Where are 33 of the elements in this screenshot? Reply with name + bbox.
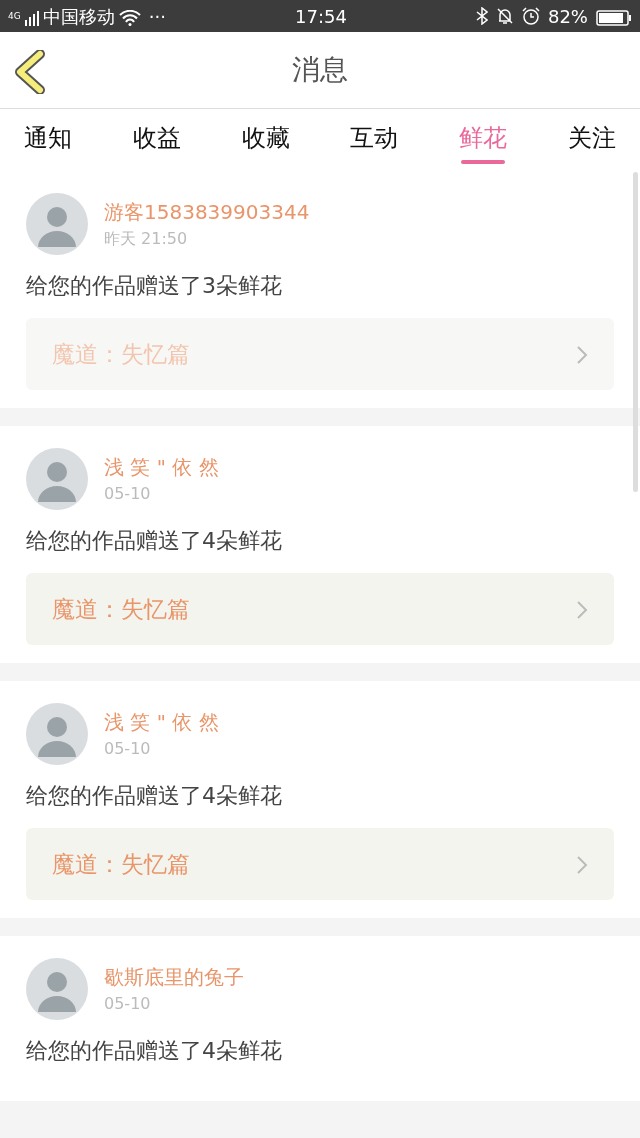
avatar-icon xyxy=(26,958,88,1020)
message-time: 05-10 xyxy=(104,993,152,1015)
carrier-label: 中国移动 xyxy=(42,4,115,29)
work-link[interactable]: 魔道：失忆篇 xyxy=(26,573,614,645)
status-icons-drawing xyxy=(475,7,540,25)
tab[interactable]: 关注 xyxy=(560,110,624,170)
battery-label: 82% xyxy=(547,4,588,29)
tab[interactable]: 通知 xyxy=(16,110,80,170)
work-link[interactable]: 魔道：失忆篇 xyxy=(26,318,614,390)
page-title: 消息 xyxy=(292,52,348,88)
user-name[interactable]: 游客1583839903344 xyxy=(104,197,310,227)
back-button[interactable] xyxy=(14,50,46,94)
user-name[interactable]: 浅 笑 " 依 然 xyxy=(104,707,219,737)
user-name[interactable]: 浅 笑 " 依 然 xyxy=(104,452,219,482)
more-label: ··· xyxy=(148,4,166,29)
message-text: 给您的作品赠送了4朵鲜花 xyxy=(26,527,283,555)
avatar-icon xyxy=(26,703,88,765)
work-link[interactable]: 魔道：失忆篇 xyxy=(26,828,614,900)
message-text: 给您的作品赠送了4朵鲜花 xyxy=(26,1037,283,1065)
message-time: 05-10 xyxy=(104,483,152,505)
user-name[interactable]: 歇斯底里的兔子 xyxy=(104,962,244,992)
clock-label: 17:54 xyxy=(295,4,347,29)
tab[interactable]: 收藏 xyxy=(233,110,298,170)
message-time: 05-10 xyxy=(104,738,152,760)
avatar-icon xyxy=(26,193,88,255)
tab[interactable]: 互动 xyxy=(342,110,407,170)
tab[interactable]: 鲜花 xyxy=(451,110,516,170)
tab[interactable]: 收益 xyxy=(124,110,189,170)
message-text: 给您的作品赠送了3朵鲜花 xyxy=(26,272,283,300)
network-label: 4G xyxy=(8,11,21,21)
message-time: 昨天 21:50 xyxy=(104,228,189,250)
avatar-icon xyxy=(26,448,88,510)
message-text: 给您的作品赠送了4朵鲜花 xyxy=(26,782,283,810)
